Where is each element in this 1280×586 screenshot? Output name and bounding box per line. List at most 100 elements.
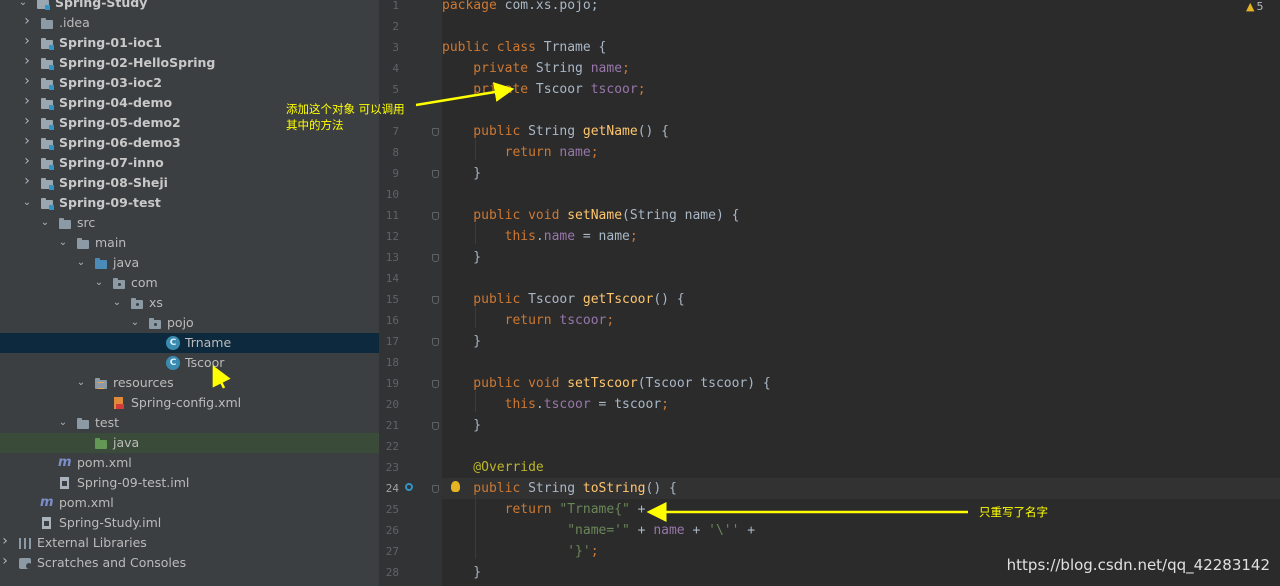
tree-row-src[interactable]: ⌄ src [0,213,379,233]
chevron-down-icon[interactable]: ⌄ [94,276,104,290]
chevron-right-icon[interactable]: › [22,154,32,168]
override-method-icon[interactable] [405,483,413,491]
tree-row-spring-study[interactable]: ⌄ Spring-Study [0,0,379,13]
tree-row-tscoor[interactable]: C Tscoor [0,353,379,373]
line-number: 28 [385,566,399,579]
chevron-right-icon[interactable]: › [0,534,10,548]
fold-marker-icon[interactable] [432,128,439,136]
code-token: String [535,61,591,76]
code-line[interactable]: private String name; [442,58,630,79]
tree-row-pom-xml[interactable]: m pom.xml [0,453,379,473]
tree-row-spring-09-test-iml[interactable]: Spring-09-test.iml [0,473,379,493]
code-token: + [684,523,709,538]
fold-marker-icon[interactable] [432,338,439,346]
code-line[interactable]: public Tscoor getTscoor() { [442,289,685,310]
code-token: '\'' [708,523,740,538]
tree-row-scratches-and-consoles[interactable]: › Scratches and Consoles [0,553,379,573]
tree-row-main[interactable]: ⌄ main [0,233,379,253]
fold-marker-icon[interactable] [432,254,439,262]
chevron-right-icon[interactable]: › [22,54,32,68]
code-line[interactable]: return name; [442,142,599,163]
code-line[interactable]: "name='" + name + '\'' + [442,520,755,541]
code-token: ; [622,61,630,76]
chevron-down-icon[interactable]: ⌄ [22,196,32,210]
fold-marker-icon[interactable] [432,170,439,178]
code-line[interactable]: return tscoor; [442,310,615,331]
tree-row-spring-03-ioc2[interactable]: › Spring-03-ioc2 [0,73,379,93]
code-line[interactable]: public String toString() { [442,478,677,499]
code-line[interactable]: public void setTscoor(Tscoor tscoor) { [442,373,770,394]
code-token: "Trname{" [559,502,630,517]
tree-row-spring-09-test[interactable]: ⌄ Spring-09-test [0,193,379,213]
chevron-right-icon[interactable]: › [0,554,10,568]
tree-row-spring-07-inno[interactable]: › Spring-07-inno [0,153,379,173]
chevron-right-icon[interactable]: › [22,34,32,48]
code-line[interactable]: this.name = name; [442,226,638,247]
chevron-down-icon[interactable]: ⌄ [76,376,86,390]
tree-row-pom-xml[interactable]: m pom.xml [0,493,379,513]
code-token: () { [653,292,685,307]
chevron-down-icon[interactable]: ⌄ [58,236,68,250]
code-token: tscoor [590,82,638,97]
chevron-right-icon[interactable]: › [22,94,32,108]
warnings-indicator[interactable]: ▲ 5 [1246,0,1263,14]
chevron-down-icon[interactable]: ⌄ [18,0,28,10]
chevron-right-icon[interactable]: › [22,174,32,188]
code-line[interactable]: public void setName(String name) { [442,205,739,226]
fold-marker-icon[interactable] [432,485,439,493]
tree-row-pojo[interactable]: ⌄ pojo [0,313,379,333]
tree-row-idea[interactable]: › .idea [0,13,379,33]
tree-row-com[interactable]: ⌄ com [0,273,379,293]
line-number: 5 [392,83,399,96]
tree-row-external-libraries[interactable]: › External Libraries [0,533,379,553]
chevron-down-icon[interactable]: ⌄ [40,216,50,230]
chevron-right-icon[interactable]: › [22,74,32,88]
tree-row-trname[interactable]: C Trname [0,333,379,353]
tree-row-label: Trname [185,335,232,350]
tree-row-label: Scratches and Consoles [37,555,187,570]
code-line[interactable]: package com.xs.pojo; [442,0,599,16]
tree-row-java[interactable]: java [0,433,379,453]
code-line[interactable]: public class Trname { [442,37,606,58]
fold-marker-icon[interactable] [432,296,439,304]
intention-bulb-icon[interactable] [451,481,460,492]
fold-marker-icon[interactable] [432,422,439,430]
code-line[interactable]: '}'; [442,541,598,562]
tree-row-spring-study-iml[interactable]: Spring-Study.iml [0,513,379,533]
tree-row-spring-02-hellospring[interactable]: › Spring-02-HelloSpring [0,53,379,73]
warnings-count: 5 [1256,0,1264,13]
tree-row-spring-06-demo3[interactable]: › Spring-06-demo3 [0,133,379,153]
chevron-right-icon[interactable]: › [22,134,32,148]
tree-row-spring-01-ioc1[interactable]: › Spring-01-ioc1 [0,33,379,53]
code-line[interactable]: private Tscoor tscoor; [442,79,645,100]
code-line[interactable]: } [442,163,481,184]
code-line[interactable]: } [442,331,481,352]
code-line[interactable]: public String getName() { [442,121,669,142]
chevron-right-icon[interactable]: › [22,14,32,28]
code-line[interactable]: @Override [442,457,543,478]
tree-row-test[interactable]: ⌄ test [0,413,379,433]
chevron-down-icon[interactable]: ⌄ [130,316,140,330]
code-line[interactable]: } [442,247,481,268]
chevron-down-icon[interactable]: ⌄ [76,256,86,270]
code-token: Trname { [543,40,607,55]
tree-row-java[interactable]: ⌄ java [0,253,379,273]
tree-row-label: Spring-05-demo2 [59,115,181,130]
package-icon [130,296,144,310]
tree-row-xs[interactable]: ⌄ xs [0,293,379,313]
code-line[interactable]: } [442,562,481,583]
tree-row-spring-08-sheji[interactable]: › Spring-08-Sheji [0,173,379,193]
line-number: 18 [385,356,399,369]
maven-icon: m [40,495,54,510]
chevron-down-icon[interactable]: ⌄ [58,416,68,430]
code-token: () { [637,124,669,139]
tree-row-resources[interactable]: ⌄ resources [0,373,379,393]
fold-marker-icon[interactable] [432,212,439,220]
code-line[interactable]: return "Trname{" + [442,499,646,520]
fold-marker-icon[interactable] [432,380,439,388]
chevron-down-icon[interactable]: ⌄ [112,296,122,310]
code-line[interactable]: } [442,415,481,436]
code-line[interactable]: this.tscoor = tscoor; [442,394,669,415]
tree-row-spring-config-xml[interactable]: Spring-config.xml [0,393,379,413]
chevron-right-icon[interactable]: › [22,114,32,128]
